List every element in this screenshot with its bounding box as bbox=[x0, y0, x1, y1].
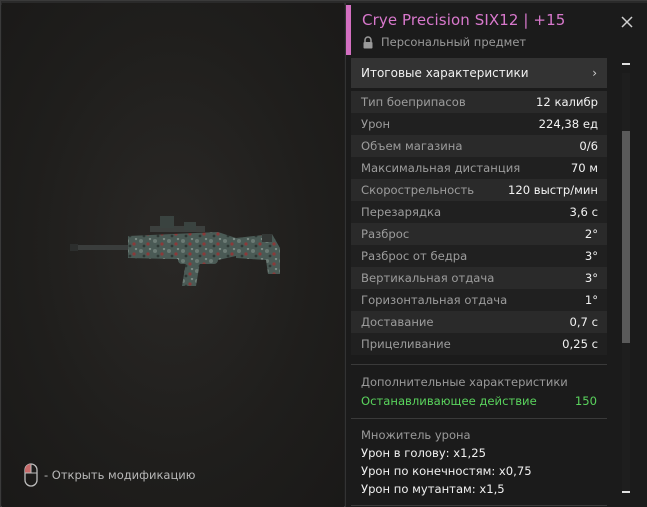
scrollbar-thumb[interactable] bbox=[622, 131, 630, 343]
stat-label: Вертикальная отдача bbox=[361, 271, 495, 285]
scroll-up-button[interactable] bbox=[622, 63, 630, 65]
multiplier-limbs: Урон по конечностям: x0,75 bbox=[361, 464, 532, 478]
stat-row: Прицеливание 0,25 с bbox=[351, 333, 607, 355]
stat-label: Максимальная дистанция bbox=[361, 161, 521, 175]
stats-list: Тип боеприпасов 12 калибр Урон 224,38 ед Объ… bbox=[351, 91, 607, 355]
mouse-icon bbox=[24, 463, 38, 487]
stopping-power-label: Останавливающее действие bbox=[361, 394, 537, 408]
stat-value: 70 м bbox=[570, 161, 598, 175]
hint-text: - Открыть модификацию bbox=[44, 468, 196, 482]
stat-label: Урон bbox=[361, 117, 391, 131]
stat-value: 3° bbox=[584, 271, 598, 285]
stat-label: Прицеливание bbox=[361, 337, 451, 351]
stats-header-label: Итоговые характеристики bbox=[361, 66, 529, 80]
stats-panel: Итоговые характеристики › Тип боеприпасо… bbox=[351, 58, 607, 507]
extra-stats: Дополнительные характеристики Останавлив… bbox=[351, 365, 607, 409]
stat-label: Доставание bbox=[361, 315, 434, 329]
chevron-right-icon: › bbox=[592, 66, 597, 80]
stat-value: 12 калибр bbox=[536, 95, 598, 109]
open-mods-hint[interactable]: - Открыть модификацию bbox=[24, 462, 195, 488]
stat-value: 3° bbox=[584, 249, 598, 263]
stat-label: Скорострельность bbox=[361, 183, 475, 197]
item-title: Crye Precision SIX12 | +15 bbox=[362, 11, 566, 29]
stat-value: 0,25 с bbox=[562, 337, 598, 351]
stat-row: Перезарядка 3,6 с bbox=[351, 201, 607, 223]
stat-value: 120 выстр/мин bbox=[507, 183, 598, 197]
stat-row: Вертикальная отдача 3° bbox=[351, 267, 607, 289]
stat-value: 224,38 ед bbox=[538, 117, 598, 131]
stopping-power-value: 150 bbox=[574, 394, 597, 408]
multiplier-heading: Множитель урона bbox=[361, 428, 471, 442]
stat-label: Объем магазина bbox=[361, 139, 463, 153]
damage-multipliers: Множитель урона Урон в голову: x1,25 Уро… bbox=[351, 419, 607, 496]
stat-label: Перезарядка bbox=[361, 205, 442, 219]
stat-row: Горизонтальная отдача 1° bbox=[351, 289, 607, 311]
divider bbox=[351, 505, 607, 506]
stat-label: Разброс от бедра bbox=[361, 249, 468, 263]
stat-label: Горизонтальная отдача bbox=[361, 293, 508, 307]
weapon-preview[interactable]: - Открыть модификацию bbox=[2, 3, 344, 507]
weapon-image bbox=[70, 216, 280, 286]
info-panel: Crye Precision SIX12 | +15 Персональный … bbox=[345, 3, 647, 507]
stat-value: 0/6 bbox=[579, 139, 598, 153]
stats-header[interactable]: Итоговые характеристики › bbox=[351, 58, 607, 88]
stat-row: Разброс от бедра 3° bbox=[351, 245, 607, 267]
stat-row: Максимальная дистанция 70 м bbox=[351, 157, 607, 179]
stat-row: Тип боеприпасов 12 калибр bbox=[351, 91, 607, 113]
stat-label: Тип боеприпасов bbox=[361, 95, 466, 109]
stat-row: Разброс 2° bbox=[351, 223, 607, 245]
stopping-power-row: Останавливающее действие 150 bbox=[361, 394, 597, 408]
stat-row: Доставание 0,7 с bbox=[351, 311, 607, 333]
lock-icon bbox=[363, 35, 373, 48]
stat-value: 2° bbox=[584, 227, 598, 241]
rarity-accent bbox=[346, 5, 351, 55]
close-icon[interactable] bbox=[618, 13, 636, 31]
item-window: - Открыть модификацию Crye Precision SIX… bbox=[0, 0, 647, 507]
stat-row: Объем магазина 0/6 bbox=[351, 135, 607, 157]
stat-row: Урон 224,38 ед bbox=[351, 113, 607, 135]
subtitle-text: Персональный предмет bbox=[381, 35, 527, 49]
item-subtitle: Персональный предмет bbox=[362, 35, 526, 49]
multiplier-head: Урон в голову: x1,25 bbox=[361, 446, 486, 460]
stat-row: Скорострельность 120 выстр/мин bbox=[351, 179, 607, 201]
multiplier-mutants: Урон по мутантам: x1,5 bbox=[361, 482, 505, 496]
extra-heading: Дополнительные характеристики bbox=[361, 375, 568, 389]
stat-label: Разброс bbox=[361, 227, 410, 241]
scroll-down-button[interactable] bbox=[622, 491, 630, 493]
stat-value: 0,7 с bbox=[569, 315, 599, 329]
stat-value: 1° bbox=[584, 293, 598, 307]
stat-value: 3,6 с bbox=[569, 205, 599, 219]
